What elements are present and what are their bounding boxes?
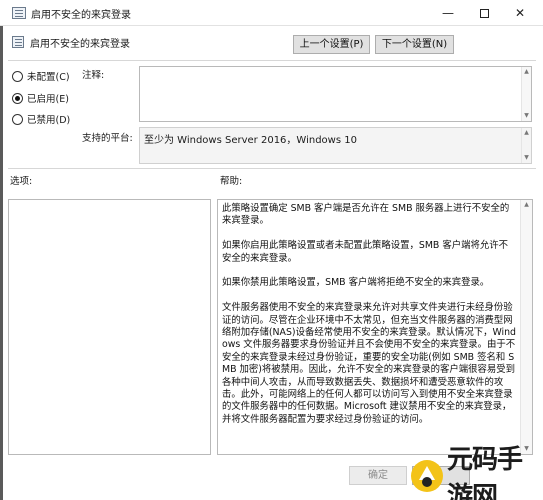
comment-label: 注释:: [82, 70, 105, 81]
scroll-up-icon[interactable]: ▲: [522, 128, 531, 138]
help-paragraph: 此策略设置确定 SMB 客户端是否允许在 SMB 服务器上进行不安全的来宾登录。: [222, 203, 510, 227]
scroll-down-icon[interactable]: ▼: [522, 111, 531, 121]
window-left-edge: [0, 0, 3, 500]
policy-app-icon: [12, 7, 26, 19]
radio-circle[interactable]: [12, 92, 23, 104]
radio-label: 已禁用(D): [27, 115, 71, 126]
scroll-up-icon[interactable]: ▲: [522, 67, 531, 77]
help-paragraph: 文件服务器使用不安全的来宾登录来允许对共享文件夹进行未经身份验证的访问。尽管在企…: [222, 302, 517, 425]
title-bar: 启用不安全的来宾登录 — ✕: [0, 0, 543, 26]
supported-platform-field: 至少为 Windows Server 2016，Windows 10 ▲ ▼: [139, 127, 532, 164]
watermark: 元码手游网: [407, 445, 543, 500]
platform-scrollbar[interactable]: ▲ ▼: [521, 128, 531, 163]
help-scrollbar[interactable]: ▲ ▼: [520, 200, 532, 454]
scroll-down-icon[interactable]: ▼: [522, 153, 531, 163]
platform-label: 支持的平台:: [82, 133, 133, 144]
radio-label: 未配置(C): [27, 72, 70, 83]
divider: [8, 60, 536, 61]
options-panel: [8, 199, 211, 455]
maximize-button[interactable]: [466, 0, 502, 26]
policy-setting-icon: [12, 36, 24, 48]
help-label: 帮助:: [220, 176, 243, 187]
next-setting-button[interactable]: 下一个设置(N): [375, 35, 454, 54]
previous-setting-button[interactable]: 上一个设置(P): [293, 35, 370, 54]
ok-button[interactable]: 确定: [349, 466, 407, 485]
help-panel: 此策略设置确定 SMB 客户端是否允许在 SMB 服务器上进行不安全的来宾登录。…: [217, 199, 533, 455]
radio-disabled[interactable]: 已禁用(D): [12, 112, 70, 126]
watermark-logo-icon: [409, 458, 445, 494]
radio-label: 已启用(E): [27, 94, 69, 105]
radio-not-configured[interactable]: 未配置(C): [12, 69, 70, 83]
watermark-text: 元码手游网: [447, 445, 523, 500]
comment-scrollbar[interactable]: ▲ ▼: [521, 67, 531, 121]
policy-title: 启用不安全的来宾登录: [30, 39, 130, 50]
divider: [8, 168, 536, 169]
help-paragraph: 如果你启用此策略设置或者未配置此策略设置，SMB 客户端将允许不安全的来宾登录。: [222, 240, 508, 264]
radio-enabled[interactable]: 已启用(E): [12, 91, 69, 105]
maximize-icon: [479, 9, 489, 18]
radio-circle[interactable]: [12, 70, 23, 82]
close-button[interactable]: ✕: [502, 0, 538, 26]
options-label: 选项:: [10, 176, 33, 187]
window-title: 启用不安全的来宾登录: [31, 10, 131, 21]
scroll-up-icon[interactable]: ▲: [521, 200, 532, 210]
minimize-button[interactable]: —: [430, 0, 466, 26]
radio-circle[interactable]: [12, 113, 23, 125]
help-text: 此策略设置确定 SMB 客户端是否允许在 SMB 服务器上进行不安全的来宾登录。…: [222, 203, 516, 439]
platform-value: 至少为 Windows Server 2016，Windows 10: [144, 135, 357, 146]
help-paragraph: 如果你禁用此策略设置，SMB 客户端将拒绝不安全的来宾登录。: [222, 277, 490, 289]
comment-textarea[interactable]: ▲ ▼: [139, 66, 532, 122]
